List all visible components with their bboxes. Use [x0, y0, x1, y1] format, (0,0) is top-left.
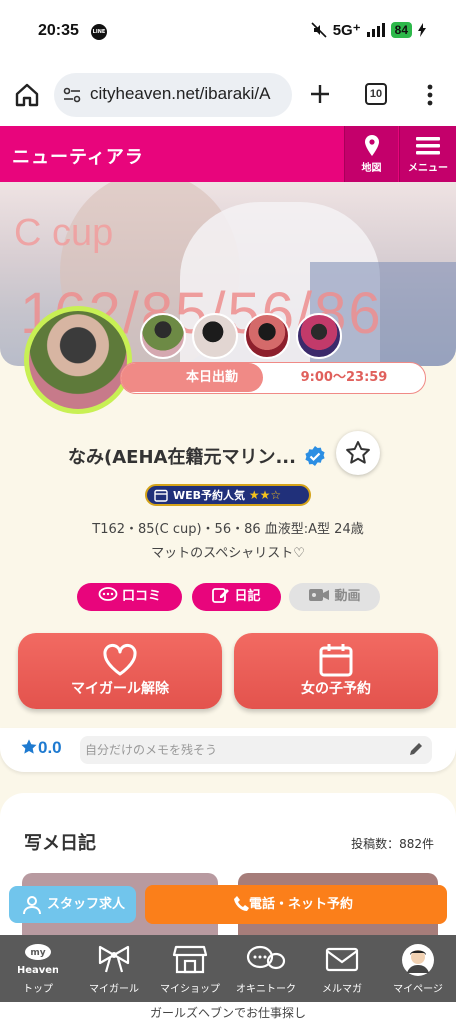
- web-reservation-badge: WEB予約人気 ★★☆: [145, 484, 311, 506]
- nav-my-shop[interactable]: マイショップ: [152, 935, 228, 1002]
- phone-net-reserve-label: 電話・ネット予約: [248, 897, 353, 912]
- status-bar: 20:35 LINE 5G⁺ 84: [0, 0, 456, 64]
- star-filled-icon: [21, 739, 37, 754]
- edit-icon: [212, 588, 230, 603]
- kuchikomi-label: 口コミ: [121, 589, 161, 604]
- svg-text:Heaven: Heaven: [18, 965, 58, 976]
- pencil-icon[interactable]: [408, 741, 424, 757]
- star-outline-icon: [346, 441, 370, 464]
- home-icon[interactable]: [14, 82, 40, 108]
- memo-rating: 0.0: [20, 738, 62, 758]
- nav-label: トップ: [23, 984, 53, 995]
- chat-icon: [98, 587, 118, 601]
- nav-mail-magazine[interactable]: メルマガ: [304, 935, 380, 1002]
- diary-section-title: 写メ日記: [24, 833, 96, 854]
- verified-icon: [305, 446, 325, 466]
- footer-link[interactable]: ガールズヘブンでお仕事探し: [0, 1003, 456, 1024]
- video-label: 動画: [334, 589, 361, 604]
- hero-cup-text: C cup: [14, 212, 114, 254]
- user-avatar-icon: [402, 944, 434, 976]
- charging-icon: [418, 23, 426, 37]
- new-tab-icon[interactable]: [308, 82, 332, 106]
- nav-label: マイガール: [89, 984, 139, 995]
- rating-value: 0.0: [38, 738, 62, 757]
- nav-okini-talk[interactable]: オキニトーク: [228, 935, 304, 1002]
- person-icon: [23, 896, 41, 915]
- browser-toolbar: cityheaven.net/ibaraki/A 10: [0, 64, 456, 126]
- photo-thumbnail[interactable]: [140, 313, 186, 359]
- photo-thumbnail[interactable]: [192, 313, 238, 359]
- tab-count-button[interactable]: 10: [365, 83, 387, 105]
- nav-label: マイページ: [393, 984, 443, 995]
- network-label: 5G⁺: [332, 22, 361, 39]
- my-girl-remove-button[interactable]: マイガール解除: [18, 633, 222, 709]
- phone-net-reserve-button[interactable]: 電話・ネット予約: [145, 885, 447, 924]
- signal-icon: [366, 23, 385, 37]
- hamburger-icon: [416, 137, 440, 155]
- mail-icon: [325, 947, 359, 972]
- mute-icon: [311, 22, 327, 38]
- shop-name[interactable]: ニューティアラ: [12, 143, 144, 169]
- my-girl-remove-label: マイガール解除: [71, 681, 169, 697]
- photo-thumbnail[interactable]: [296, 313, 342, 359]
- profile-catchphrase: マットのスペシャリスト♡: [151, 546, 305, 561]
- shop-header: ニューティアラ 地図 メニュー: [0, 126, 456, 182]
- site-settings-icon[interactable]: [63, 86, 81, 104]
- kuchikomi-button[interactable]: 口コミ: [77, 583, 182, 611]
- nav-label: オキニトーク: [236, 984, 296, 995]
- video-camera-icon: [309, 589, 330, 601]
- status-time: 20:35: [38, 22, 79, 39]
- work-time: 9:00〜23:59: [300, 370, 388, 385]
- badge-label: WEB予約人気: [173, 489, 246, 502]
- bottom-navigation: my Heaven トップ マイガール マイショップ オキニトーク メルマガ マイ…: [0, 935, 456, 1002]
- ribbon-icon: [98, 945, 130, 973]
- diary-label: 日記: [234, 589, 261, 604]
- svg-text:my: my: [30, 948, 45, 958]
- menu-label: メニュー: [408, 163, 448, 174]
- girl-reserve-button[interactable]: 女の子予約: [234, 633, 438, 709]
- my-heaven-logo-icon: my Heaven: [18, 944, 58, 976]
- status-right: 5G⁺ 84: [311, 21, 426, 39]
- map-button[interactable]: 地図: [344, 126, 398, 182]
- shop-icon: [172, 945, 208, 974]
- nav-label: マイショップ: [160, 984, 220, 995]
- map-label: 地図: [361, 163, 382, 174]
- phone-icon: [234, 896, 249, 911]
- girl-reserve-label: 女の子予約: [301, 681, 371, 697]
- girl-name: なみ(AEHA在籍元マリン...: [68, 447, 296, 468]
- calendar-icon: [319, 644, 353, 677]
- profile-avatar[interactable]: [24, 306, 132, 414]
- today-work-label: 本日出勤: [121, 363, 263, 392]
- profile-stats: T162・85(C cup)・56・86 血液型:A型 24歳: [92, 522, 364, 537]
- schedule-pill: 本日出勤 9:00〜23:59: [120, 362, 426, 394]
- photo-thumbnail[interactable]: [244, 313, 290, 359]
- video-button: 動画: [289, 583, 380, 611]
- badge-stars: ★★☆: [248, 488, 282, 502]
- map-pin-icon: [365, 135, 379, 156]
- staff-recruit-label: スタッフ求人: [47, 897, 126, 912]
- staff-recruit-button[interactable]: スタッフ求人: [9, 886, 136, 923]
- memo-bar: 0.0 自分だけのメモを残そう: [0, 728, 456, 772]
- memo-input[interactable]: 自分だけのメモを残そう: [80, 736, 432, 764]
- menu-button[interactable]: メニュー: [399, 126, 456, 182]
- favorite-button[interactable]: [336, 431, 380, 475]
- battery-level: 84: [390, 22, 412, 38]
- line-app-icon: LINE: [91, 24, 107, 40]
- nav-top[interactable]: my Heaven トップ: [0, 935, 76, 1002]
- more-options-icon[interactable]: [420, 82, 440, 108]
- url-text[interactable]: cityheaven.net/ibaraki/A: [90, 84, 284, 104]
- chat-bubbles-icon: [246, 945, 286, 970]
- diary-button[interactable]: 日記: [192, 583, 281, 611]
- url-bar[interactable]: cityheaven.net/ibaraki/A: [54, 73, 292, 117]
- calendar-small-icon: [154, 489, 168, 502]
- nav-label: メルマガ: [322, 984, 362, 995]
- memo-placeholder: 自分だけのメモを残そう: [85, 743, 218, 757]
- diary-post-count: 投稿数：882件: [351, 837, 434, 851]
- nav-my-girl[interactable]: マイガール: [76, 935, 152, 1002]
- nav-my-page[interactable]: マイページ: [380, 935, 456, 1002]
- heart-icon: [103, 643, 137, 676]
